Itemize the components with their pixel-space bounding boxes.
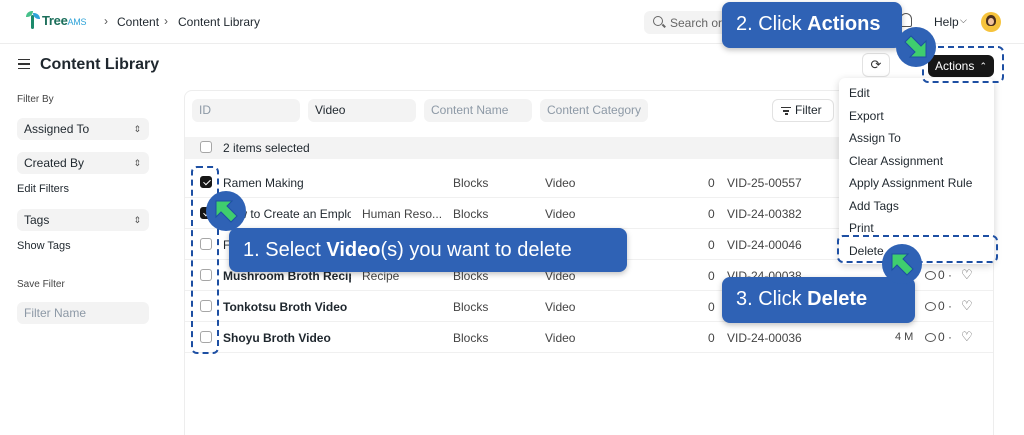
step2-prefix: 2. Click xyxy=(736,13,808,35)
comment-icon xyxy=(925,333,936,342)
table-row[interactable]: Shoyu Broth Video Blocks Video 0 VID-24-0003… xyxy=(185,322,993,353)
filter-icon xyxy=(781,107,791,115)
updown-chevron-icon: ⇕ xyxy=(133,124,141,134)
page-title: Content Library xyxy=(40,56,160,73)
breadcrumb-content-library[interactable]: Content Library xyxy=(178,15,260,29)
save-filter-label: Save Filter xyxy=(17,279,65,290)
tags-select[interactable]: Tags ⇕ xyxy=(17,209,149,231)
content-name-filter-input[interactable]: Content Name xyxy=(424,99,532,122)
step1-prefix: 1. Select xyxy=(243,239,327,261)
logo[interactable]: TreeAMS xyxy=(26,11,86,29)
filter-name-input[interactable] xyxy=(17,302,149,324)
comment-icon xyxy=(925,271,936,280)
refresh-button[interactable]: ⟳ xyxy=(862,53,890,77)
comment-count-value: 0 · xyxy=(938,330,953,344)
help-menu[interactable]: Help xyxy=(934,15,959,29)
content-blocks: Blocks xyxy=(453,176,489,190)
step1-suffix: (s) you want to delete xyxy=(380,239,572,261)
comment-count-value: 0 · xyxy=(938,299,953,313)
comment-count-value: 0 · xyxy=(938,268,953,282)
content-id: VID-24-00036 xyxy=(727,331,802,345)
content-name[interactable]: Shoyu Broth Video xyxy=(223,331,351,345)
content-category: Video xyxy=(545,176,576,190)
comment-icon xyxy=(925,302,936,311)
heart-icon[interactable]: ♡ xyxy=(961,298,973,314)
id-filter-input[interactable]: ID xyxy=(192,99,300,122)
step3-prefix: 3. Click xyxy=(736,288,808,310)
search-placeholder: Search or xyxy=(670,16,723,30)
menu-item-apply-assignment-rule[interactable]: Apply Assignment Rule xyxy=(849,176,972,190)
step2-arrow-icon xyxy=(896,27,936,67)
search-icon xyxy=(653,16,663,26)
assigned-to-label: Assigned To xyxy=(24,122,90,136)
chevron-right-icon: › xyxy=(164,14,168,28)
content-name[interactable]: Tonkotsu Broth Video xyxy=(223,300,351,314)
type-filter-input[interactable]: Video xyxy=(308,99,416,122)
heart-icon[interactable]: ♡ xyxy=(961,329,973,345)
count-value: 0 xyxy=(708,207,715,221)
menu-item-clear-assignment[interactable]: Clear Assignment xyxy=(849,154,943,168)
content-category: Video xyxy=(545,331,576,345)
filter-button[interactable]: Filter xyxy=(772,99,834,122)
menu-item-export[interactable]: Export xyxy=(849,109,884,123)
step3-callout: 3. Click Delete xyxy=(722,277,915,323)
sidebar-toggle-icon[interactable] xyxy=(18,59,30,69)
menu-item-print[interactable]: Print xyxy=(849,221,874,235)
count-value: 0 xyxy=(708,238,715,252)
comment-count[interactable]: 0 · xyxy=(925,299,952,313)
content-blocks: Blocks xyxy=(453,300,489,314)
step1-arrow-icon xyxy=(206,191,246,231)
show-tags-link[interactable]: Show Tags xyxy=(17,240,71,252)
menu-item-assign-to[interactable]: Assign To xyxy=(849,131,901,145)
content-type: Human Reso... xyxy=(362,207,443,221)
chevron-right-icon: › xyxy=(104,14,108,28)
step2-callout: 2. Click Actions xyxy=(722,2,902,48)
logo-text: TreeAMS xyxy=(42,12,87,28)
filter-button-label: Filter xyxy=(795,103,822,117)
user-avatar[interactable] xyxy=(981,12,1001,32)
heart-icon[interactable]: ♡ xyxy=(961,267,973,283)
count-value: 0 xyxy=(708,300,715,314)
count-value: 0 xyxy=(708,176,715,190)
content-id: VID-25-00557 xyxy=(727,176,802,190)
count-value: 0 xyxy=(708,269,715,283)
content-id: VID-24-00046 xyxy=(727,238,802,252)
assigned-to-select[interactable]: Assigned To ⇕ xyxy=(17,118,149,140)
chevron-down-icon: ⌵ xyxy=(960,15,967,25)
content-name[interactable]: Ramen Making xyxy=(223,176,351,190)
select-all-checkbox[interactable] xyxy=(200,141,212,153)
tags-label: Tags xyxy=(24,213,50,227)
menu-item-edit[interactable]: Edit xyxy=(849,86,870,100)
menu-item-add-tags[interactable]: Add Tags xyxy=(849,199,899,213)
content-id: VID-24-00382 xyxy=(727,207,802,221)
comment-count[interactable]: 0 · xyxy=(925,268,952,282)
filter-by-label: Filter By xyxy=(17,94,54,105)
content-category: Video xyxy=(545,207,576,221)
created-by-label: Created By xyxy=(24,156,85,170)
breadcrumb-content[interactable]: Content xyxy=(117,15,159,29)
count-value: 0 xyxy=(708,331,715,345)
selection-summary: 2 items selected xyxy=(223,141,310,155)
updown-chevron-icon: ⇕ xyxy=(133,158,141,168)
modified-age: 4 M xyxy=(895,331,914,343)
edit-filters-link[interactable]: Edit Filters xyxy=(17,183,69,195)
tree-logo-icon xyxy=(26,11,40,29)
content-blocks: Blocks xyxy=(453,207,489,221)
comment-count[interactable]: 0 · xyxy=(925,330,952,344)
updown-chevron-icon: ⇕ xyxy=(133,215,141,225)
step3-arrow-icon xyxy=(882,244,922,284)
content-blocks: Blocks xyxy=(453,331,489,345)
content-category-filter-input[interactable]: Content Category xyxy=(540,99,648,122)
created-by-select[interactable]: Created By ⇕ xyxy=(17,152,149,174)
step1-callout: 1. Select Video(s) you want to delete xyxy=(229,228,627,272)
step3-bold: Delete xyxy=(807,288,868,310)
content-category: Video xyxy=(545,300,576,314)
step1-bold: Video xyxy=(326,239,381,261)
step2-bold: Actions xyxy=(807,13,881,35)
